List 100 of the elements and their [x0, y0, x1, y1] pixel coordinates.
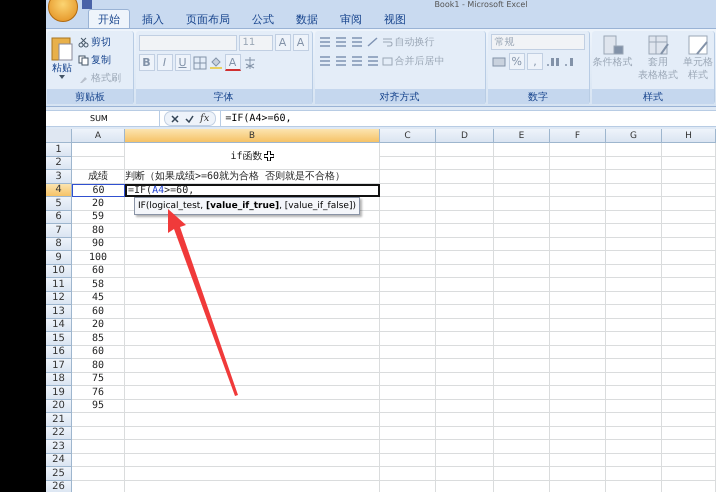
- empty-cell: [662, 251, 716, 264]
- row-header[interactable]: 15: [46, 332, 72, 346]
- empty-cell: [380, 238, 436, 251]
- column-header[interactable]: F: [550, 129, 606, 143]
- select-all-button[interactable]: [46, 129, 72, 143]
- empty-cell: [662, 156, 716, 170]
- empty-cell: [494, 197, 550, 210]
- column-header[interactable]: A: [72, 129, 125, 143]
- align-center-icon: [334, 55, 348, 67]
- row-header[interactable]: 20: [46, 400, 72, 413]
- empty-cell: [380, 210, 436, 224]
- empty-cell: [380, 372, 436, 386]
- row-header[interactable]: 21: [46, 413, 72, 426]
- window-title: Book1 - Microsoft Excel: [434, 0, 528, 9]
- font-name-field[interactable]: [138, 34, 236, 50]
- empty-cell: [606, 359, 662, 372]
- editing-cell[interactable]: =IF(A4>=60,: [125, 184, 380, 197]
- empty-cell: [662, 143, 716, 156]
- row-header[interactable]: 11: [46, 278, 72, 292]
- formula-input[interactable]: =IF(A4>=60,: [220, 111, 716, 126]
- empty-cell: [550, 440, 606, 454]
- table-cell: 100: [72, 251, 125, 264]
- table-cell: 成绩: [72, 170, 125, 184]
- name-box[interactable]: SUM: [46, 111, 160, 126]
- empty-cell: [494, 210, 550, 224]
- ribbon-tab[interactable]: 数据: [286, 9, 328, 28]
- ribbon-tab[interactable]: 开始: [88, 9, 130, 28]
- empty-cell: [550, 467, 606, 480]
- indent-icon: [366, 55, 380, 67]
- ribbon-tab[interactable]: 视图: [374, 9, 416, 28]
- insert-function-button[interactable]: fx: [200, 113, 210, 124]
- wrap-icon: [382, 36, 392, 48]
- copy-button[interactable]: 复制: [78, 52, 121, 68]
- row-header[interactable]: 3: [46, 170, 72, 184]
- currency-icon: [490, 54, 507, 68]
- empty-cell: [662, 264, 716, 278]
- empty-cell: [436, 359, 494, 372]
- column-header[interactable]: G: [606, 129, 662, 143]
- row-header[interactable]: 1: [46, 143, 72, 156]
- empty-cell: [550, 386, 606, 400]
- ribbon-tab[interactable]: 审阅: [330, 9, 372, 28]
- column-header[interactable]: C: [380, 129, 436, 143]
- ribbon-tab[interactable]: 插入: [132, 9, 174, 28]
- empty-cell: [606, 278, 662, 292]
- empty-cell: [436, 346, 494, 359]
- empty-cell: [494, 467, 550, 480]
- empty-cell: [494, 264, 550, 278]
- row-header[interactable]: 2: [46, 156, 72, 170]
- column-header[interactable]: E: [494, 129, 550, 143]
- row-header[interactable]: 8: [46, 238, 72, 251]
- empty-cell: [606, 386, 662, 400]
- row-header[interactable]: 18: [46, 372, 72, 386]
- cancel-icon: [171, 114, 179, 122]
- row-header[interactable]: 12: [46, 292, 72, 305]
- save-icon[interactable]: [82, 0, 92, 9]
- cut-button[interactable]: 剪切: [78, 34, 121, 50]
- row-header[interactable]: 6: [46, 210, 72, 224]
- row-header[interactable]: 5: [46, 197, 72, 210]
- empty-cell: [550, 170, 606, 184]
- empty-cell: [494, 238, 550, 251]
- row-header[interactable]: 23: [46, 440, 72, 454]
- row-header[interactable]: 22: [46, 426, 72, 440]
- row-header[interactable]: 16: [46, 346, 72, 359]
- column-header[interactable]: B: [125, 129, 380, 143]
- empty-cell: [494, 318, 550, 332]
- table-cell: 75: [72, 372, 125, 386]
- empty-cell: [606, 156, 662, 170]
- row-header[interactable]: 13: [46, 305, 72, 318]
- empty-cell: [550, 359, 606, 372]
- table-cell: 58: [72, 278, 125, 292]
- row-header[interactable]: 10: [46, 264, 72, 278]
- ribbon-tab[interactable]: 页面布局: [176, 9, 240, 28]
- empty-cell: [662, 318, 716, 332]
- empty-cell: [380, 426, 436, 440]
- paste-button[interactable]: 粘贴: [50, 34, 74, 86]
- empty-cell: [550, 224, 606, 238]
- row-header[interactable]: 19: [46, 386, 72, 400]
- empty-cell: [550, 372, 606, 386]
- row-header[interactable]: 25: [46, 467, 72, 480]
- empty-cell: [606, 413, 662, 426]
- group-label: 对齐方式: [314, 89, 485, 104]
- row-header[interactable]: 14: [46, 318, 72, 332]
- row-header[interactable]: 26: [46, 480, 72, 492]
- empty-cell: [606, 426, 662, 440]
- empty-cell: [606, 224, 662, 238]
- row-header[interactable]: 24: [46, 454, 72, 467]
- empty-cell: [380, 413, 436, 426]
- empty-cell: [436, 332, 494, 346]
- row-header[interactable]: 4: [46, 184, 72, 197]
- empty-cell: [662, 170, 716, 184]
- empty-cell: [550, 400, 606, 413]
- row-header[interactable]: 9: [46, 251, 72, 264]
- ribbon-tab[interactable]: 公式: [242, 9, 284, 28]
- column-header[interactable]: D: [436, 129, 494, 143]
- empty-cell: [436, 426, 494, 440]
- empty-cell: [606, 318, 662, 332]
- row-header[interactable]: 17: [46, 359, 72, 372]
- column-header[interactable]: H: [662, 129, 716, 143]
- empty-cell: [380, 184, 436, 197]
- row-header[interactable]: 7: [46, 224, 72, 238]
